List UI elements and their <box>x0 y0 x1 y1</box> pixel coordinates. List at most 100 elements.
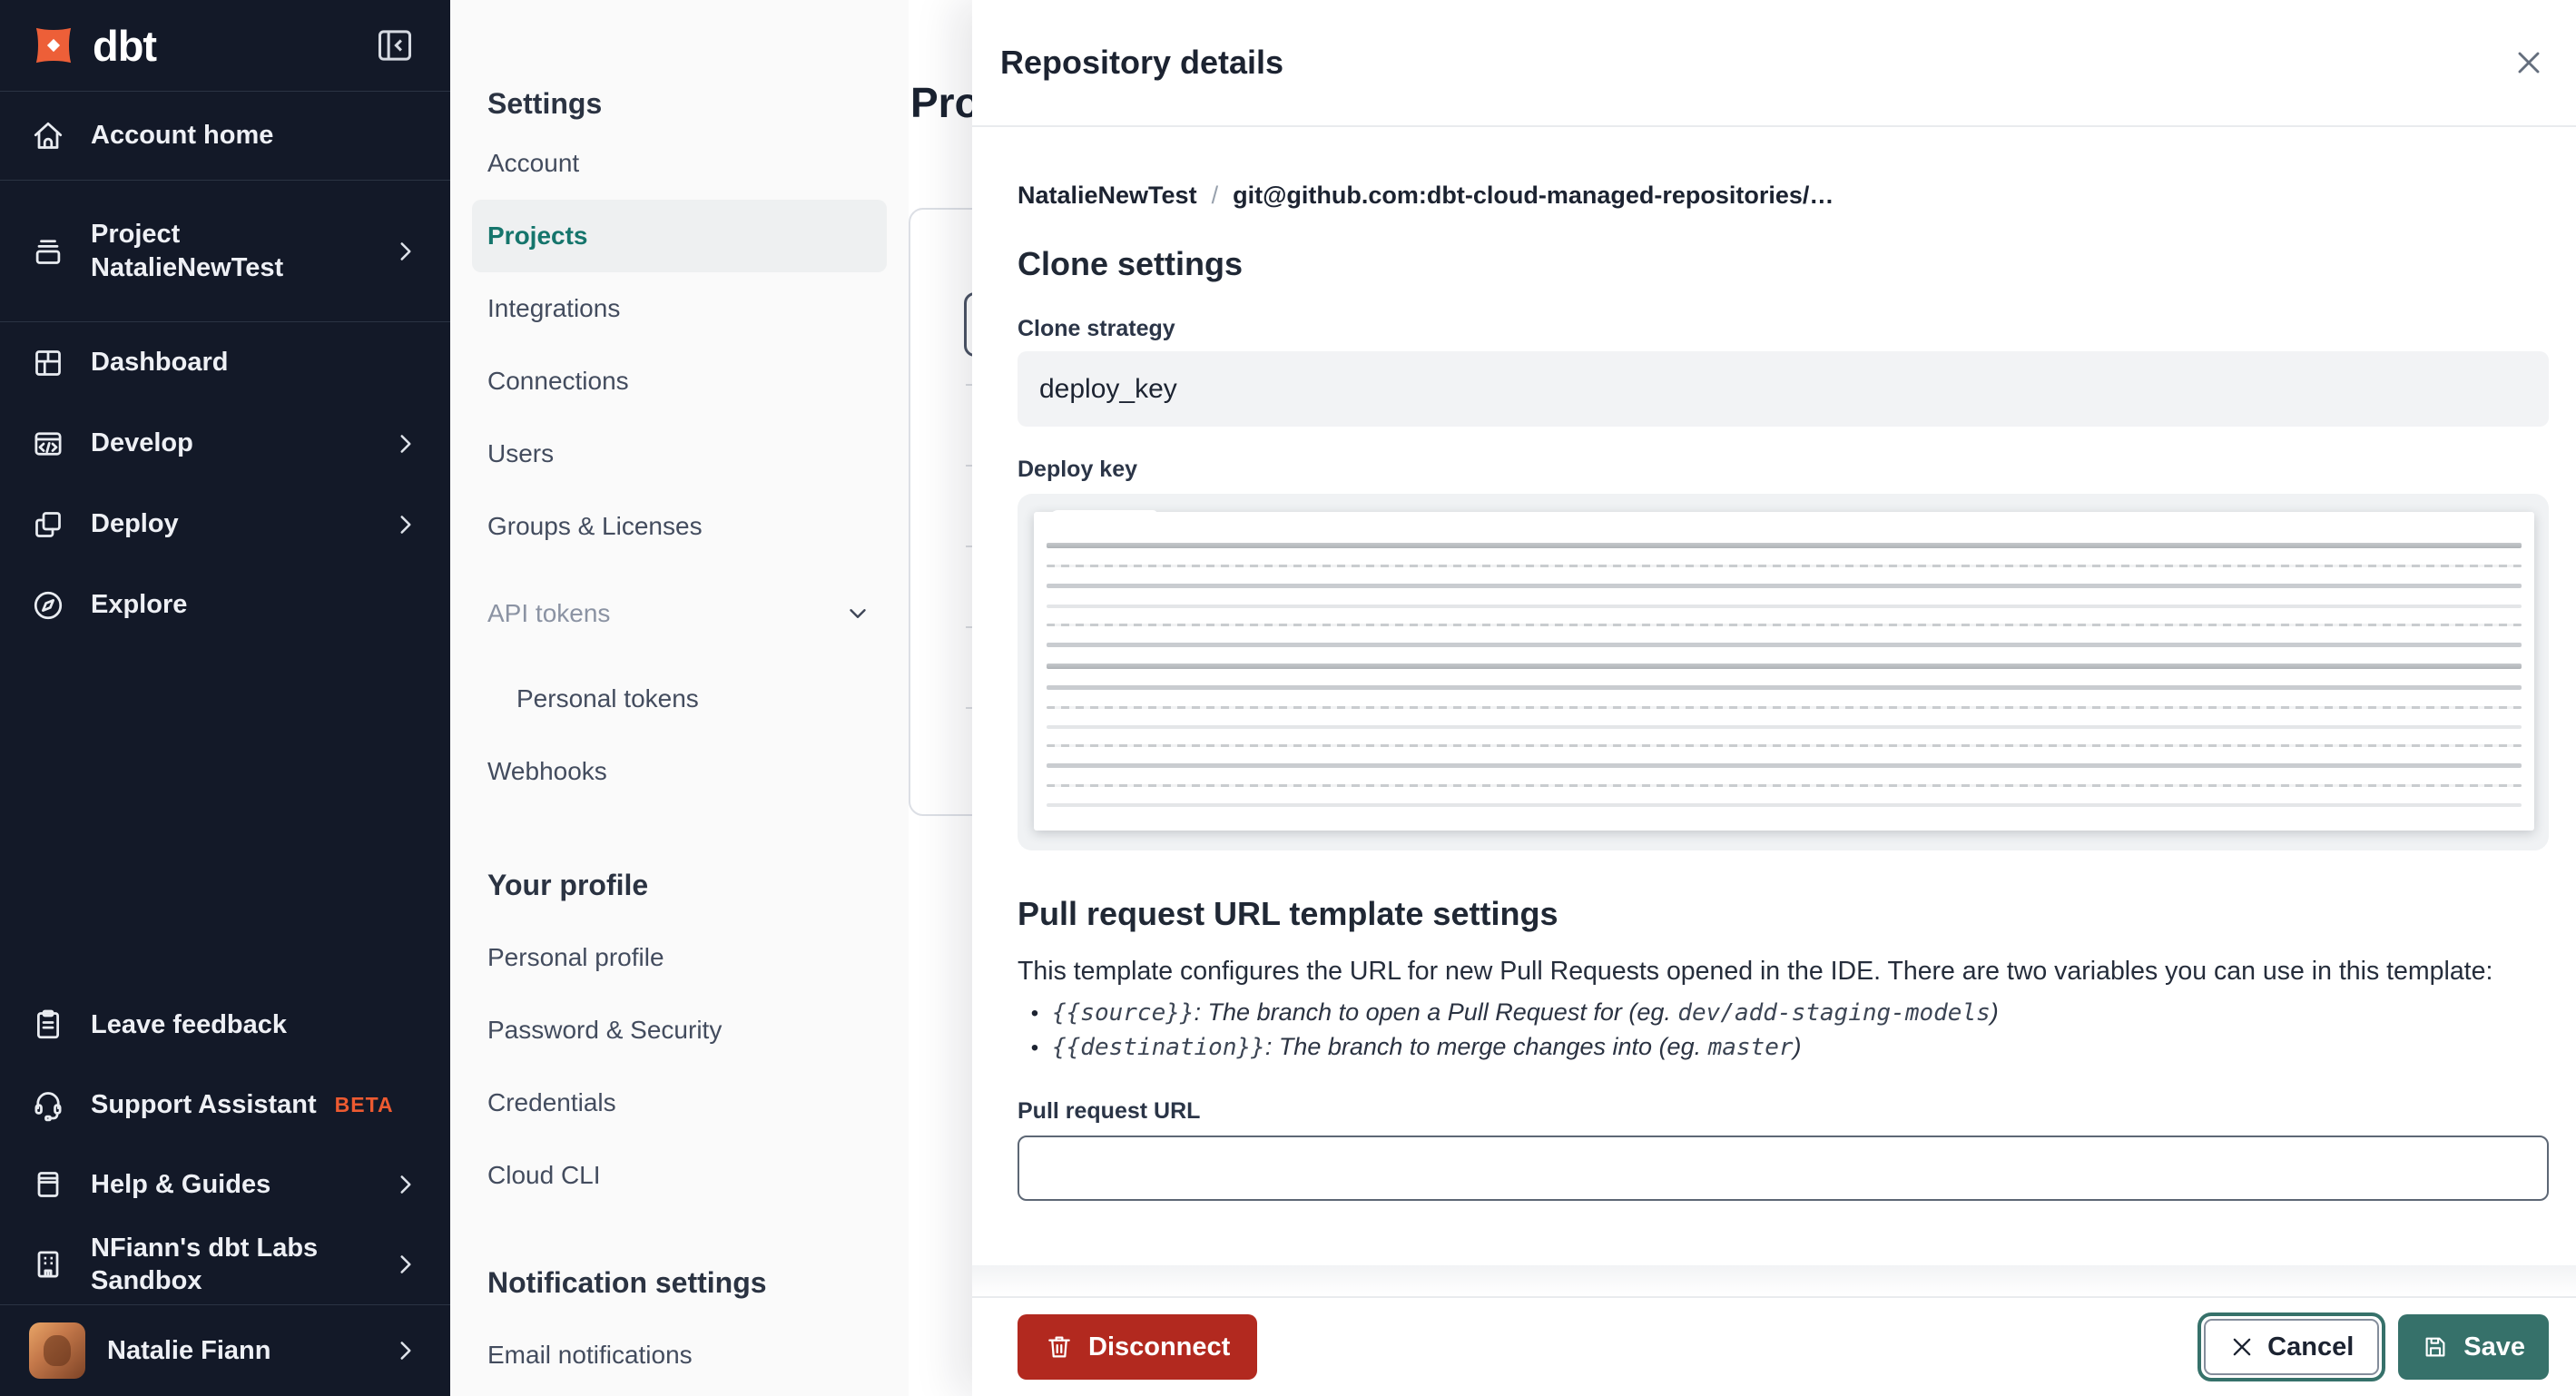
chevron-down-icon <box>844 600 871 627</box>
clone-settings-heading: Clone settings <box>1018 245 1244 282</box>
cancel-button[interactable]: Cancel <box>2204 1319 2380 1375</box>
panel-header: Repository details <box>972 0 2576 127</box>
your-profile-heading: Your profile <box>487 868 649 901</box>
pr-url-label: Pull request URL <box>1018 1098 1201 1124</box>
sidebar-item-project[interactable]: Project NatalieNewTest <box>0 181 450 322</box>
settings-nav-groups-licenses[interactable]: Groups & Licenses <box>472 490 887 563</box>
scroll-fade <box>972 1265 2576 1296</box>
sidebar-item-deploy[interactable]: Deploy <box>0 484 450 565</box>
sidebar-item-label: Develop <box>91 428 193 458</box>
sidebar-item-label: Support Assistant <box>91 1089 317 1119</box>
settings-nav-credentials[interactable]: Credentials <box>472 1067 887 1139</box>
cancel-x-icon <box>2229 1334 2255 1360</box>
settings-nav-connections[interactable]: Connections <box>472 345 887 418</box>
deploy-icon <box>29 506 67 543</box>
sidebar-item-sandbox[interactable]: NFiann's dbt Labs Sandbox <box>0 1224 450 1304</box>
settings-nav-cloud-cli[interactable]: Cloud CLI <box>472 1139 887 1212</box>
avatar <box>29 1322 85 1379</box>
leave-feedback-icon <box>29 1007 67 1043</box>
settings-nav-password-security[interactable]: Password & Security <box>472 994 887 1067</box>
disconnect-button[interactable]: Disconnect <box>1018 1314 1258 1380</box>
save-icon <box>2422 1333 2449 1361</box>
home-icon <box>29 118 67 154</box>
dashboard-icon <box>29 345 67 381</box>
bullet-icon: • <box>1030 1036 1039 1060</box>
sidebar-item-label: Dashboard <box>91 348 229 378</box>
breadcrumb-project: NatalieNewTest <box>1018 182 1197 209</box>
save-button[interactable]: Save <box>2398 1314 2549 1380</box>
clone-strategy-field[interactable]: deploy_key <box>1018 351 2549 427</box>
explore-icon <box>29 587 67 624</box>
chevron-right-icon <box>394 1169 418 1200</box>
sidebar-item-label: Explore <box>91 590 188 620</box>
sidebar-item-explore[interactable]: Explore <box>0 565 450 645</box>
help-book-icon <box>29 1166 67 1203</box>
panel-title: Repository details <box>1000 44 1284 81</box>
sidebar-item-label: Help & Guides <box>91 1169 271 1199</box>
support-headset-icon <box>29 1086 67 1123</box>
settings-nav-integrations[interactable]: Integrations <box>472 272 887 345</box>
settings-nav-account[interactable]: Account <box>472 127 887 200</box>
pr-template-description: This template configures the URL for new… <box>1018 957 2493 986</box>
sidebar-item-label: NFiann's dbt Labs Sandbox <box>91 1233 319 1295</box>
pr-template-variables-list: • {{source}}: The branch to open a Pull … <box>1018 996 2549 1065</box>
settings-nav-personal-tokens[interactable]: Personal tokens <box>472 663 887 735</box>
panel-footer: Disconnect Cancel Save <box>972 1296 2576 1396</box>
logo-row: dbt <box>0 0 450 92</box>
repository-details-panel: Repository details NatalieNewTest / git@… <box>972 0 2576 1396</box>
bullet-icon: • <box>1030 1001 1039 1026</box>
settings-heading: Settings <box>487 86 603 120</box>
breadcrumb-repo-url: git@github.com:dbt-cloud-managed-reposit… <box>1233 182 1834 209</box>
dbt-logo-icon <box>27 19 80 72</box>
breadcrumb: NatalieNewTest / git@github.com:dbt-clou… <box>1018 179 2549 211</box>
deploy-key-redaction-artifact <box>1046 510 1160 525</box>
beta-badge: BETA <box>334 1092 394 1116</box>
sidebar-user-menu[interactable]: Natalie Fiann <box>0 1304 450 1396</box>
breadcrumb-separator: / <box>1211 182 1219 209</box>
logo-text: dbt <box>93 21 157 70</box>
sidebar-item-account-home[interactable]: Account home <box>0 92 450 181</box>
sidebar-item-leave-feedback[interactable]: Leave feedback <box>0 985 450 1065</box>
settings-nav: Settings Account Projects Integrations C… <box>450 0 909 1396</box>
settings-nav-email-notifications[interactable]: Email notifications <box>472 1319 887 1391</box>
user-name: Natalie Fiann <box>107 1335 271 1365</box>
sidebar-item-develop[interactable]: Develop <box>0 403 450 484</box>
settings-nav-label: API tokens <box>487 599 611 627</box>
list-item: • {{destination}}: The branch to merge c… <box>1018 1030 2549 1065</box>
cancel-focus-ring: Cancel <box>2197 1312 2386 1381</box>
pr-template-heading: Pull request URL template settings <box>1018 895 1558 932</box>
sidebar-item-dashboard[interactable]: Dashboard <box>0 322 450 403</box>
panel-body: NatalieNewTest / git@github.com:dbt-clou… <box>972 129 2576 1296</box>
sidebar-item-label: Account home <box>91 121 274 151</box>
sidebar-item-label: Leave feedback <box>91 1009 288 1039</box>
sidebar-item-help-guides[interactable]: Help & Guides <box>0 1145 450 1224</box>
settings-nav-users[interactable]: Users <box>472 418 887 490</box>
settings-nav-api-tokens[interactable]: API tokens <box>472 577 887 650</box>
collapse-sidebar-icon[interactable] <box>374 25 416 66</box>
chevron-right-icon <box>394 509 418 540</box>
notification-settings-heading: Notification settings <box>487 1265 767 1299</box>
chevron-right-icon <box>394 428 418 459</box>
close-icon[interactable] <box>2507 41 2551 84</box>
clone-strategy-label: Clone strategy <box>1018 316 1175 341</box>
project-icon <box>29 233 67 270</box>
settings-nav-personal-profile[interactable]: Personal profile <box>472 921 887 994</box>
app-sidebar: dbt Account home Project NatalieNewTest <box>0 0 450 1396</box>
settings-nav-projects[interactable]: Projects <box>472 200 887 272</box>
deploy-key-redacted-content <box>1034 512 2534 831</box>
sidebar-item-label: Project NatalieNewTest <box>91 220 284 282</box>
deploy-key-field[interactable] <box>1018 494 2549 850</box>
deploy-key-label: Deploy key <box>1018 457 1138 482</box>
chevron-right-icon <box>394 236 418 267</box>
develop-icon <box>29 426 67 462</box>
trash-icon <box>1045 1332 1074 1362</box>
list-item: • {{source}}: The branch to open a Pull … <box>1018 996 2549 1030</box>
chevron-right-icon <box>394 1249 418 1280</box>
chevron-right-icon <box>394 1335 418 1366</box>
sidebar-item-support-assistant[interactable]: Support Assistant BETA <box>0 1065 450 1145</box>
pr-url-input[interactable] <box>1018 1135 2549 1201</box>
settings-nav-webhooks[interactable]: Webhooks <box>472 735 887 808</box>
sidebar-item-label: Deploy <box>91 509 179 539</box>
building-icon <box>29 1246 67 1283</box>
